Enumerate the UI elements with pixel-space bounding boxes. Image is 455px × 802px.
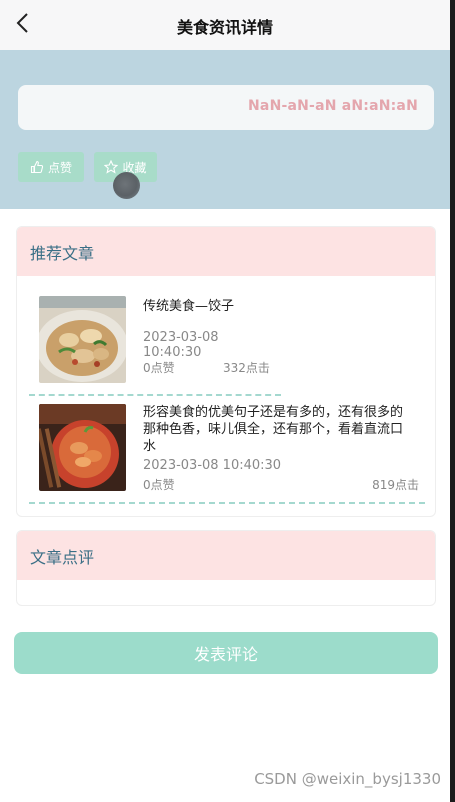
top-navigation-bar: 美食资讯详情 bbox=[0, 0, 450, 50]
article-thumbnail bbox=[39, 404, 126, 491]
article-likes: 0点赞 bbox=[143, 478, 175, 492]
article-item[interactable]: 传统美食—饺子 2023-03-08 10:40:30 0点赞 332点击 bbox=[29, 286, 281, 396]
article-title: 传统美食—饺子 bbox=[143, 299, 235, 314]
touch-cursor-indicator bbox=[113, 172, 140, 199]
article-item[interactable]: 形容美食的优美句子还是有多的，还有很多的那种色香，味儿俱全，还有那个，看着直流口… bbox=[29, 396, 425, 504]
like-button-label: 点赞 bbox=[47, 160, 72, 175]
article-clicks: 332点击 bbox=[223, 361, 270, 375]
article-clicks: 819点击 bbox=[372, 478, 419, 492]
article-date: 2023-03-08 10:40:30 bbox=[143, 330, 219, 360]
watermark: CSDN @weixin_bysj1330 bbox=[254, 770, 441, 788]
comments-heading: 文章点评 bbox=[17, 531, 435, 580]
recommended-articles-section: 推荐文章 传统美食—饺子 2023-03-08 10:40:30 0点赞 332… bbox=[16, 226, 436, 517]
thumbs-up-icon bbox=[30, 160, 44, 174]
time-display-box: NaN-aN-aN aN:aN:aN bbox=[18, 85, 434, 130]
article-likes: 0点赞 bbox=[143, 361, 175, 375]
like-button[interactable]: 点赞 bbox=[18, 152, 84, 182]
comments-section: 文章点评 bbox=[16, 530, 436, 606]
post-comment-button[interactable]: 发表评论 bbox=[14, 632, 438, 674]
article-thumbnail bbox=[39, 296, 126, 383]
page-title: 美食资讯详情 bbox=[176, 18, 273, 37]
article-date: 2023-03-08 10:40:30 bbox=[143, 458, 282, 473]
article-title: 形容美食的优美句子还是有多的，还有很多的那种色香，味儿俱全，还有那个，看着直流口… bbox=[143, 405, 404, 454]
star-icon bbox=[104, 160, 119, 174]
recommended-heading: 推荐文章 bbox=[17, 227, 435, 276]
right-edge bbox=[450, 0, 455, 802]
time-display: NaN-aN-aN aN:aN:aN bbox=[248, 98, 418, 114]
